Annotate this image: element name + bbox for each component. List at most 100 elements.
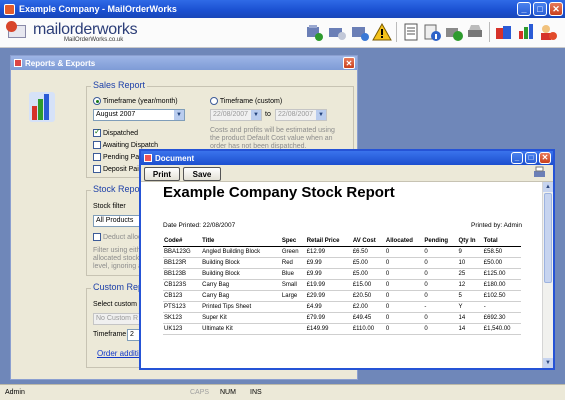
notes-icon[interactable] (401, 22, 421, 42)
close-button[interactable]: ✕ (549, 2, 563, 16)
table-cell: £58.50 (482, 246, 521, 258)
month-select[interactable]: August 2007 ▼ (93, 109, 185, 121)
document-window-title: Document (155, 153, 195, 163)
radio-selected-icon[interactable] (93, 97, 101, 105)
table-cell: Red (280, 257, 306, 269)
table-cell: £180.00 (482, 279, 521, 291)
checkbox-checked-icon[interactable] (93, 127, 101, 137)
table-cell: £15.00 (351, 279, 385, 291)
table-row: CB123 Carry Bag Large £29.99 £20.50 0 0 5 £102.5… (163, 290, 521, 302)
table-cell: BBA123G (163, 246, 202, 258)
add-product-icon[interactable] (444, 22, 464, 42)
column-header: Spec (280, 237, 306, 247)
table-cell: £6.50 (351, 246, 385, 258)
scroll-down-icon[interactable]: ▼ (543, 358, 553, 368)
status-ins: INS (250, 389, 262, 396)
table-cell: Angled Building Block (201, 246, 281, 258)
date-from-field[interactable]: 22/08/2007 ▼ (210, 109, 262, 121)
deduct-allocated-checkbox[interactable]: Deduct alloca (93, 233, 145, 241)
timeframe-custom-option[interactable]: Timeframe (custom) (210, 97, 282, 105)
minimize-button[interactable]: _ (517, 2, 531, 16)
refresh-icon[interactable] (350, 22, 370, 42)
stock-icon[interactable] (516, 22, 536, 42)
table-cell: £125.00 (482, 268, 521, 280)
add-customer-icon[interactable] (304, 22, 324, 42)
table-cell: 0 (384, 279, 424, 291)
awaiting-dispatch-label: Awaiting Dispatch (102, 141, 159, 149)
checkbox-icon[interactable] (93, 153, 101, 161)
brand-name: mailorderworks (33, 21, 138, 38)
scroll-thumb[interactable] (544, 193, 552, 283)
table-row: BB123R Building Block Red £9.99 £5.00 0 0 10 £50… (163, 257, 521, 269)
custom-report-select[interactable]: No Custom R (93, 313, 143, 325)
timeframe-custom-label: Timeframe (custom) (219, 97, 283, 105)
table-cell: 9 (457, 246, 483, 258)
deposit-paid-checkbox[interactable]: Deposit Paid (93, 165, 143, 173)
radio-unselected-icon[interactable] (210, 97, 218, 105)
close-user-icon[interactable] (538, 22, 558, 42)
date-to-field[interactable]: 22/08/2007 ▼ (275, 109, 327, 121)
table-cell: 14 (457, 312, 483, 324)
document-toolbar: Print Save (141, 165, 553, 182)
table-cell: £29.99 (305, 290, 352, 302)
stock-filter-value: All Products (96, 217, 134, 224)
table-cell: BB123R (163, 257, 202, 269)
maximize-button[interactable]: □ (533, 2, 547, 16)
deposit-paid-label: Deposit Paid (102, 165, 143, 173)
table-cell: £5.00 (351, 257, 385, 269)
scroll-up-icon[interactable]: ▲ (543, 182, 553, 192)
table-cell: Printed Tips Sheet (201, 301, 281, 313)
awaiting-dispatch-checkbox[interactable]: Awaiting Dispatch (93, 141, 158, 149)
brand-url: MailOrderWorks.co.uk (64, 37, 124, 43)
table-cell: 0 (423, 257, 458, 269)
table-cell: UK123 (163, 323, 202, 335)
table-row: BB123B Building Block Blue £9.99 £5.00 0 0 25 £1… (163, 268, 521, 280)
app-icon (4, 3, 15, 15)
chevron-down-icon[interactable]: ▼ (174, 110, 184, 120)
ship-icon[interactable] (465, 22, 485, 42)
timeframe-month-option[interactable]: Timeframe (year/month) (93, 97, 178, 105)
print-button[interactable]: Print (144, 167, 180, 181)
checkbox-icon[interactable] (93, 165, 101, 173)
table-cell (280, 312, 306, 324)
table-cell: 14 (457, 323, 483, 335)
table-cell: £692.30 (482, 312, 521, 324)
custom-timeframe-value: 2 (130, 331, 134, 338)
date-to-label: to (265, 111, 271, 118)
chevron-down-icon[interactable]: ▼ (251, 110, 261, 120)
users-icon[interactable] (327, 22, 347, 42)
table-cell: CB123S (163, 279, 202, 291)
info-icon[interactable] (422, 22, 442, 42)
table-row: SK123 Super Kit £79.99 £49.45 0 0 14 £692.30 (163, 312, 521, 324)
table-cell: Super Kit (201, 312, 281, 324)
reports-window-title: Reports & Exports (25, 58, 96, 68)
table-cell: £9.99 (305, 268, 352, 280)
status-caps: CAPS (190, 389, 210, 396)
checkbox-icon[interactable] (93, 141, 101, 149)
chevron-down-icon[interactable]: ▼ (316, 110, 326, 120)
table-cell: BB123B (163, 268, 202, 280)
table-cell: 0 (384, 290, 424, 302)
save-button[interactable]: Save (183, 167, 221, 181)
document-scrollbar[interactable]: ▲ ▼ (542, 182, 553, 368)
table-cell: 10 (457, 257, 483, 269)
table-cell: £102.50 (482, 290, 521, 302)
table-cell: 0 (384, 257, 424, 269)
table-cell: £2.00 (351, 301, 385, 313)
document-maximize-button[interactable]: □ (525, 152, 537, 164)
reports-close-button[interactable]: ✕ (343, 57, 355, 69)
document-minimize-button[interactable]: _ (511, 152, 523, 164)
table-cell: Building Block (201, 257, 281, 269)
table-cell: Ultimate Kit (201, 323, 281, 335)
document-close-button[interactable]: ✕ (539, 152, 551, 164)
dispatched-checkbox[interactable]: Dispatched (93, 127, 138, 137)
warning-icon[interactable] (372, 22, 392, 42)
toolbar-separator (489, 22, 490, 42)
table-cell: - (482, 301, 521, 313)
table-cell: £9.99 (305, 257, 352, 269)
table-cell: Green (280, 246, 306, 258)
bags-icon[interactable] (494, 22, 514, 42)
dispatched-label: Dispatched (102, 129, 138, 137)
checkbox-icon[interactable] (93, 233, 101, 241)
table-body: BBA123G Angled Building Block Green £12.99 £… (163, 246, 521, 335)
